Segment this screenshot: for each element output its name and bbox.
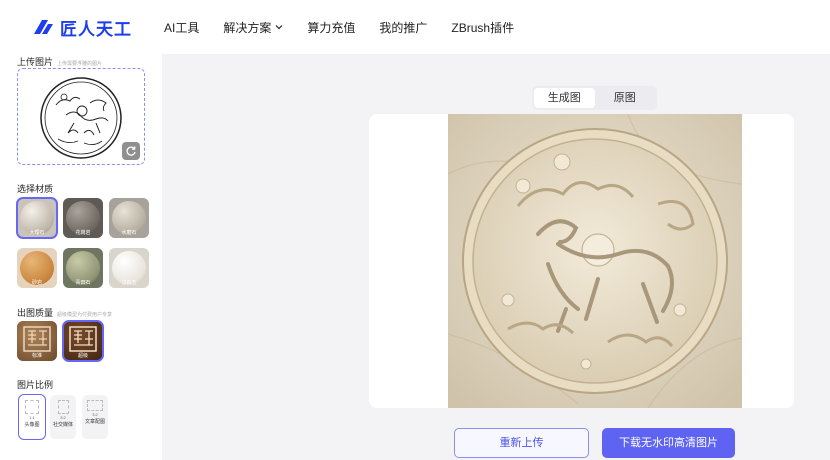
material-label: 水磨石 — [121, 230, 137, 236]
main-workspace: 生成图 原图 重新上传 下载无水印高清图片 — [162, 54, 830, 460]
ratio-option-avatar[interactable]: 1:1 头像图 — [18, 394, 46, 440]
upload-dropzone[interactable] — [17, 68, 145, 165]
upload-title: 上传图片 — [17, 57, 54, 67]
ratio-label: 文章配图 — [84, 419, 105, 425]
ratio-landscape-icon — [87, 400, 103, 411]
ratio-value: 1:1 — [29, 415, 35, 420]
ratio-portrait-icon — [57, 400, 69, 414]
chevron-down-icon — [275, 25, 283, 30]
brand-name: 匠人天工 — [60, 19, 132, 39]
nav-item-recharge[interactable]: 算力充值 — [307, 19, 355, 36]
ratio-value: 3:2 — [92, 412, 98, 417]
left-sidebar: 上传图片 上传需要浮雕的图片 选择材质 大理石 花岗岩 水磨石 砂岩 青田石 汉… — [0, 54, 162, 460]
download-hd-button[interactable]: 下载无水印高清图片 — [602, 428, 735, 458]
ratio-option-social-media[interactable]: 3:2 社交媒体 — [50, 395, 76, 439]
top-nav-bar: 匠人天工 AI工具 解决方案 算力充值 我的推广 ZBrush插件 — [0, 0, 830, 54]
ratio-square-icon — [25, 400, 39, 414]
uploaded-sketch-image — [40, 77, 122, 159]
ratio-option-article-image[interactable]: 3:2 文章配图 — [82, 395, 108, 439]
ratio-label: 头像图 — [24, 422, 40, 428]
nav-item-zbrush-plugin[interactable]: ZBrush插件 — [451, 19, 514, 36]
result-tabs: 生成图 原图 — [532, 86, 657, 110]
quality-section-title: 出图质量 超级模型为付费用户专享 — [17, 306, 112, 319]
quality-label: 超级 — [77, 353, 88, 359]
quality-hint: 超级模型为付费用户专享 — [57, 312, 113, 318]
ratio-title: 图片比例 — [17, 380, 54, 390]
nav-item-solutions[interactable]: 解决方案 — [223, 19, 283, 36]
reupload-button[interactable]: 重新上传 — [454, 428, 589, 458]
material-title: 选择材质 — [17, 184, 54, 194]
refresh-icon — [126, 146, 136, 156]
material-option-granite[interactable]: 花岗岩 — [63, 198, 103, 238]
material-label: 花岗岩 — [75, 230, 91, 236]
material-option-white-jade[interactable]: 汉白玉 — [109, 248, 149, 288]
material-option-sandstone[interactable]: 砂岩 — [17, 248, 57, 288]
ratio-section-title: 图片比例 — [17, 378, 53, 391]
quality-title: 出图质量 — [17, 308, 54, 318]
replace-image-button[interactable] — [122, 142, 140, 160]
material-option-marble[interactable]: 大理石 — [16, 197, 58, 239]
material-label: 汉白玉 — [121, 280, 137, 286]
main-nav: AI工具 解决方案 算力充值 我的推广 ZBrush插件 — [164, 19, 538, 36]
nav-item-ai-tools[interactable]: AI工具 — [164, 19, 199, 36]
nav-item-promotion[interactable]: 我的推广 — [379, 19, 427, 36]
ratio-label: 社交媒体 — [52, 422, 73, 428]
quality-option-standard[interactable]: 标准 — [17, 321, 57, 361]
material-option-terrazzo[interactable]: 水磨石 — [109, 198, 149, 238]
material-label: 青田石 — [75, 280, 91, 286]
upload-hint: 上传需要浮雕的图片 — [57, 61, 103, 67]
ratio-value: 3:2 — [60, 415, 66, 420]
quality-option-super[interactable]: 超级 — [62, 320, 104, 362]
material-option-qingtian-stone[interactable]: 青田石 — [63, 248, 103, 288]
upload-section-title: 上传图片 上传需要浮雕的图片 — [17, 55, 102, 68]
material-label: 砂岩 — [31, 280, 42, 286]
tab-original[interactable]: 原图 — [595, 88, 656, 108]
tab-generated[interactable]: 生成图 — [534, 88, 595, 108]
material-section-title: 选择材质 — [17, 182, 53, 195]
material-label: 大理石 — [29, 230, 45, 236]
generated-relief-image — [448, 114, 742, 408]
logo[interactable]: 匠人天工 — [32, 15, 150, 40]
quality-label: 标准 — [31, 353, 42, 359]
logo-icon — [34, 20, 53, 34]
nav-item-solutions-label: 解决方案 — [223, 20, 272, 35]
